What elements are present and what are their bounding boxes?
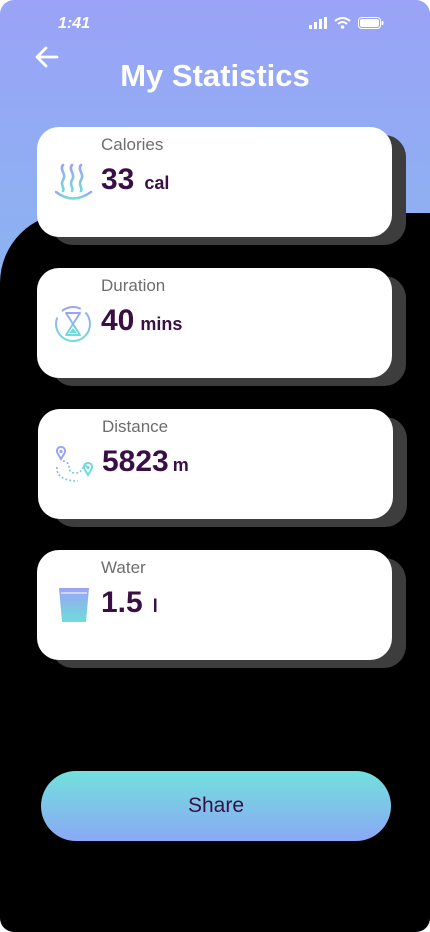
value-unit: mins (140, 314, 183, 334)
value-number: 1.5 (101, 586, 143, 619)
card-label: Duration (101, 276, 166, 295)
route-pin-icon (56, 445, 93, 482)
card-label: Water (101, 558, 146, 577)
status-bar: 1:41 (0, 0, 430, 48)
card-value: 33 cal (101, 163, 169, 197)
water-glass-icon (59, 588, 89, 622)
battery-icon (358, 17, 384, 29)
card-value: 1.5 l (101, 586, 158, 620)
value-unit: cal (144, 173, 170, 193)
status-time: 1:41 (58, 15, 91, 32)
share-button[interactable]: Share (41, 771, 391, 841)
statistics-screen: 1:41 My Statistics Calories 33 cal Durat… (0, 0, 430, 932)
page-title: My Statistics (120, 58, 310, 93)
card-label: Distance (102, 417, 169, 436)
stat-card-duration: Duration 40 mins (37, 268, 392, 378)
card-value: 40 mins (101, 304, 182, 338)
value-unit: l (152, 596, 158, 616)
hourglass-icon (55, 306, 91, 342)
value-number: 40 (101, 304, 135, 337)
stat-card-calories: Calories 33 cal (37, 127, 392, 237)
card-label: Calories (101, 135, 164, 154)
stat-card-distance: Distance 5823 m (38, 409, 393, 519)
card-value: 5823 m (102, 445, 189, 479)
value-number: 5823 (102, 445, 169, 478)
status-icons (309, 17, 384, 29)
value-unit: m (172, 455, 189, 475)
signal-icon (309, 17, 327, 29)
value-number: 33 (101, 163, 135, 196)
stat-card-water: Water 1.5 l (37, 550, 392, 660)
steam-heat-icon (54, 163, 93, 200)
wifi-icon (334, 17, 351, 29)
